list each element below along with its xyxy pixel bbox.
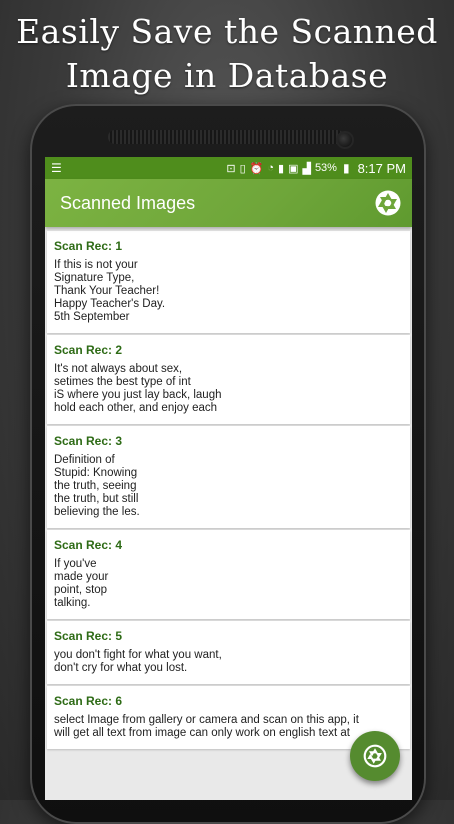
camera-shutter-icon[interactable] <box>374 189 402 217</box>
record-label: Scan Rec: 6 <box>54 694 123 708</box>
list-item[interactable]: Scan Rec: 1 If this is not your Signatur… <box>47 231 410 333</box>
record-label: Scan Rec: 5 <box>54 629 123 643</box>
list-icon: ☰ <box>51 161 62 175</box>
record-label: Scan Rec: 3 <box>54 434 123 448</box>
record-text: you don't fight for what you want, don't… <box>54 649 222 674</box>
record-text: If you've made your point, stop talking. <box>54 558 109 609</box>
list-item[interactable]: Scan Rec: 2 It's not always about sex, s… <box>47 335 410 424</box>
promo-line-1: Easily Save the Scanned <box>16 12 438 51</box>
record-text: Definition of Stupid: Knowing the truth,… <box>54 454 140 518</box>
record-text: If this is not your Signature Type, Than… <box>54 259 166 323</box>
record-text: It's not always about sex, setimes the b… <box>54 363 222 414</box>
cast-icon: ⊡ <box>226 162 236 175</box>
vibrate-icon: ▯ <box>239 162 246 175</box>
phone-speaker <box>108 130 344 144</box>
app-bar: Scanned Images <box>45 179 412 227</box>
camera-shutter-icon <box>363 744 387 768</box>
wifi-icon: ◔ <box>267 162 274 174</box>
scan-records-list: Scan Rec: 1 If this is not your Signatur… <box>45 227 412 749</box>
clock: 8:17 PM <box>357 160 406 176</box>
app-screen: ☰ ⊡ ▯ ⏰ ◔ ▮ ▣ ▟ 53% ▮ 8:17 PM Scanned Im… <box>45 157 412 800</box>
list-item[interactable]: Scan Rec: 3 Definition of Stupid: Knowin… <box>47 426 410 528</box>
page-title: Scanned Images <box>60 192 196 213</box>
record-label: Scan Rec: 4 <box>54 538 123 552</box>
promo-title: Easily Save the Scanned Image in Databas… <box>0 10 454 98</box>
list-item[interactable]: Scan Rec: 5 you don't fight for what you… <box>47 621 410 684</box>
battery-percent: 53% <box>314 162 337 174</box>
record-label: Scan Rec: 1 <box>54 239 123 253</box>
battery-icon: ▮ <box>342 161 350 175</box>
promo-line-2: Image in Database <box>65 56 389 95</box>
alarm-icon: ⏰ <box>249 162 264 175</box>
list-item[interactable]: Scan Rec: 4 If you've made your point, s… <box>47 530 410 619</box>
scan-fab-button[interactable] <box>350 731 400 781</box>
image-icon: ▣ <box>288 162 299 175</box>
status-bar: ☰ ⊡ ▯ ⏰ ◔ ▮ ▣ ▟ 53% ▮ 8:17 PM <box>45 157 412 179</box>
signal-icon: ▟ <box>302 162 311 175</box>
record-label: Scan Rec: 2 <box>54 343 123 357</box>
sim-icon: ▮ <box>278 162 285 175</box>
record-text: select Image from gallery or camera and … <box>54 714 359 739</box>
phone-camera <box>336 131 354 149</box>
